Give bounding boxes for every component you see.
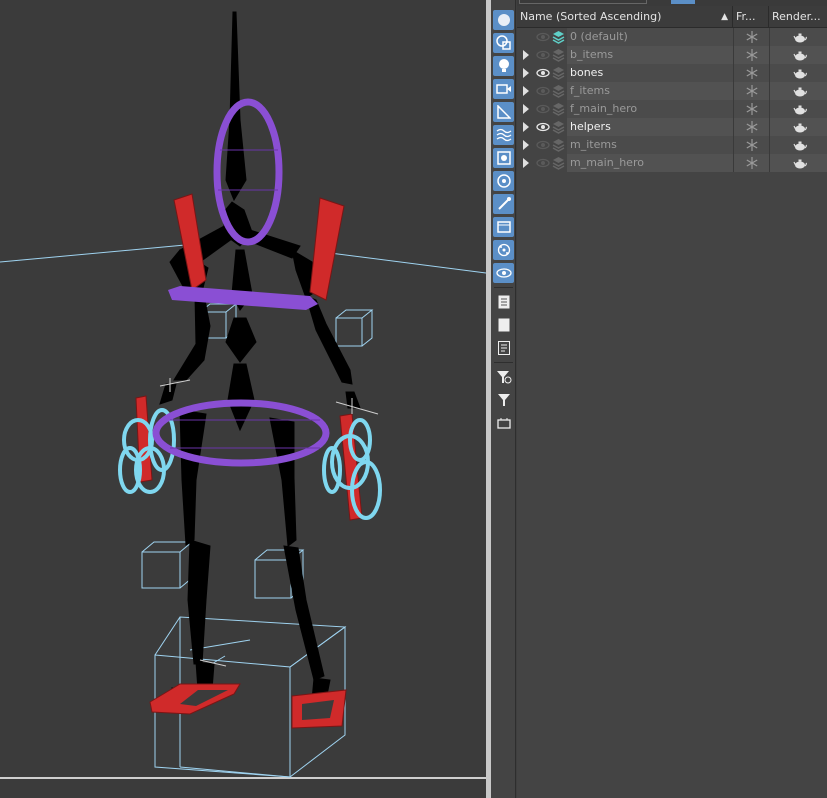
display-all-icon[interactable]	[493, 10, 514, 30]
expand-arrow-icon[interactable]	[523, 50, 529, 60]
eye-hidden-icon[interactable]	[536, 50, 550, 60]
freeze-snowflake-icon[interactable]	[746, 31, 758, 43]
render-teapot-icon[interactable]	[793, 67, 807, 79]
column-divider	[769, 28, 770, 172]
render-teapot-icon[interactable]	[793, 31, 807, 43]
layer-row[interactable]: m_items	[517, 136, 827, 154]
freeze-snowflake-icon[interactable]	[746, 121, 758, 133]
camera-icon[interactable]	[493, 79, 514, 99]
eye-hidden-icon[interactable]	[536, 86, 550, 96]
bones-rig	[159, 11, 361, 707]
geometry-icon[interactable]	[493, 33, 514, 53]
layer-icon[interactable]	[552, 84, 565, 98]
column-renderable[interactable]: Render...	[769, 6, 827, 28]
layer-explorer: Name (Sorted Ascending) ▲ Fr... Render..…	[517, 0, 827, 798]
eye-hidden-icon[interactable]	[536, 104, 550, 114]
layer-filter-icon[interactable]	[493, 413, 514, 433]
freeze-snowflake-icon[interactable]	[746, 49, 758, 61]
viewport[interactable]	[0, 0, 486, 798]
grid-line	[329, 252, 486, 274]
layer-row[interactable]: helpers	[517, 118, 827, 136]
layer-name[interactable]: f_items	[570, 82, 610, 100]
layer-row[interactable]: bones	[517, 64, 827, 82]
layer-name[interactable]: 0 (default)	[570, 28, 628, 46]
layer-icon[interactable]	[552, 156, 565, 170]
sort-ascending-icon: ▲	[721, 12, 728, 22]
container-icon[interactable]	[493, 217, 514, 237]
layer-name[interactable]: m_main_hero	[570, 154, 644, 172]
render-teapot-icon[interactable]	[793, 121, 807, 133]
render-teapot-icon[interactable]	[793, 157, 807, 169]
freeze-snowflake-icon[interactable]	[746, 67, 758, 79]
column-divider	[733, 28, 734, 172]
eye-hidden-icon[interactable]	[536, 158, 550, 168]
column-name[interactable]: Name (Sorted Ascending) ▲	[517, 6, 733, 28]
expand-arrow-icon[interactable]	[523, 68, 529, 78]
freeze-snowflake-icon[interactable]	[746, 103, 758, 115]
toolbar-separator	[494, 362, 513, 363]
layer-row[interactable]: f_main_hero	[517, 100, 827, 118]
layer-name[interactable]: b_items	[570, 46, 613, 64]
eye-hidden-icon[interactable]	[536, 140, 550, 150]
layer-icon[interactable]	[552, 66, 565, 80]
layer-list: 0 (default) b_items bones f_items f_main_her…	[517, 28, 827, 172]
freeze-snowflake-icon[interactable]	[746, 85, 758, 97]
layer-name[interactable]: helpers	[570, 118, 611, 136]
active-layer-icon[interactable]	[552, 30, 565, 44]
layer-row[interactable]: 0 (default)	[517, 28, 827, 46]
render-teapot-icon[interactable]	[793, 139, 807, 151]
expand-arrow-icon[interactable]	[523, 158, 529, 168]
layer-name[interactable]: bones	[570, 64, 603, 82]
eye-open-icon[interactable]	[536, 68, 550, 78]
render-teapot-icon[interactable]	[793, 85, 807, 97]
expand-arrow-icon[interactable]	[523, 104, 529, 114]
explorer-tab-active[interactable]	[671, 0, 695, 4]
visibility-icon[interactable]	[493, 263, 514, 283]
eye-hidden-icon[interactable]	[536, 32, 550, 42]
layer-row[interactable]: b_items	[517, 46, 827, 64]
render-teapot-icon[interactable]	[793, 103, 807, 115]
space-warp-icon[interactable]	[493, 125, 514, 145]
row-background	[567, 64, 827, 82]
eye-open-icon[interactable]	[536, 122, 550, 132]
expand-arrow-icon[interactable]	[523, 140, 529, 150]
select-list-icon[interactable]	[493, 292, 514, 312]
filter-icon[interactable]	[493, 390, 514, 410]
layer-name[interactable]: m_items	[570, 136, 617, 154]
explorer-toolbar	[491, 0, 516, 798]
expand-arrow-icon[interactable]	[523, 122, 529, 132]
toolbar-separator	[494, 287, 513, 288]
light-bulb-icon[interactable]	[493, 56, 514, 76]
layer-row[interactable]: m_main_hero	[517, 154, 827, 172]
freeze-snowflake-icon[interactable]	[746, 139, 758, 151]
column-name-label: Name (Sorted Ascending)	[520, 10, 662, 23]
filter-settings-icon[interactable]	[493, 367, 514, 387]
bone-icon[interactable]	[493, 194, 514, 214]
column-frozen[interactable]: Fr...	[733, 6, 769, 28]
select-none-icon[interactable]	[493, 315, 514, 335]
particle-icon[interactable]	[493, 240, 514, 260]
scene-canvas[interactable]	[0, 0, 486, 798]
render-teapot-icon[interactable]	[793, 49, 807, 61]
expand-arrow-icon[interactable]	[523, 86, 529, 96]
layer-icon[interactable]	[552, 120, 565, 134]
column-header: Name (Sorted Ascending) ▲ Fr... Render..…	[517, 6, 827, 28]
layer-icon[interactable]	[552, 138, 565, 152]
layer-row[interactable]: f_items	[517, 82, 827, 100]
xref-icon[interactable]	[493, 171, 514, 191]
layer-icon[interactable]	[552, 102, 565, 116]
freeze-snowflake-icon[interactable]	[746, 157, 758, 169]
grid-line	[0, 244, 186, 263]
invert-select-icon[interactable]	[493, 338, 514, 358]
explorer-tab[interactable]	[519, 0, 647, 4]
group-icon[interactable]	[493, 148, 514, 168]
layer-icon[interactable]	[552, 48, 565, 62]
helper-ruler-icon[interactable]	[493, 102, 514, 122]
layer-name[interactable]: f_main_hero	[570, 100, 637, 118]
